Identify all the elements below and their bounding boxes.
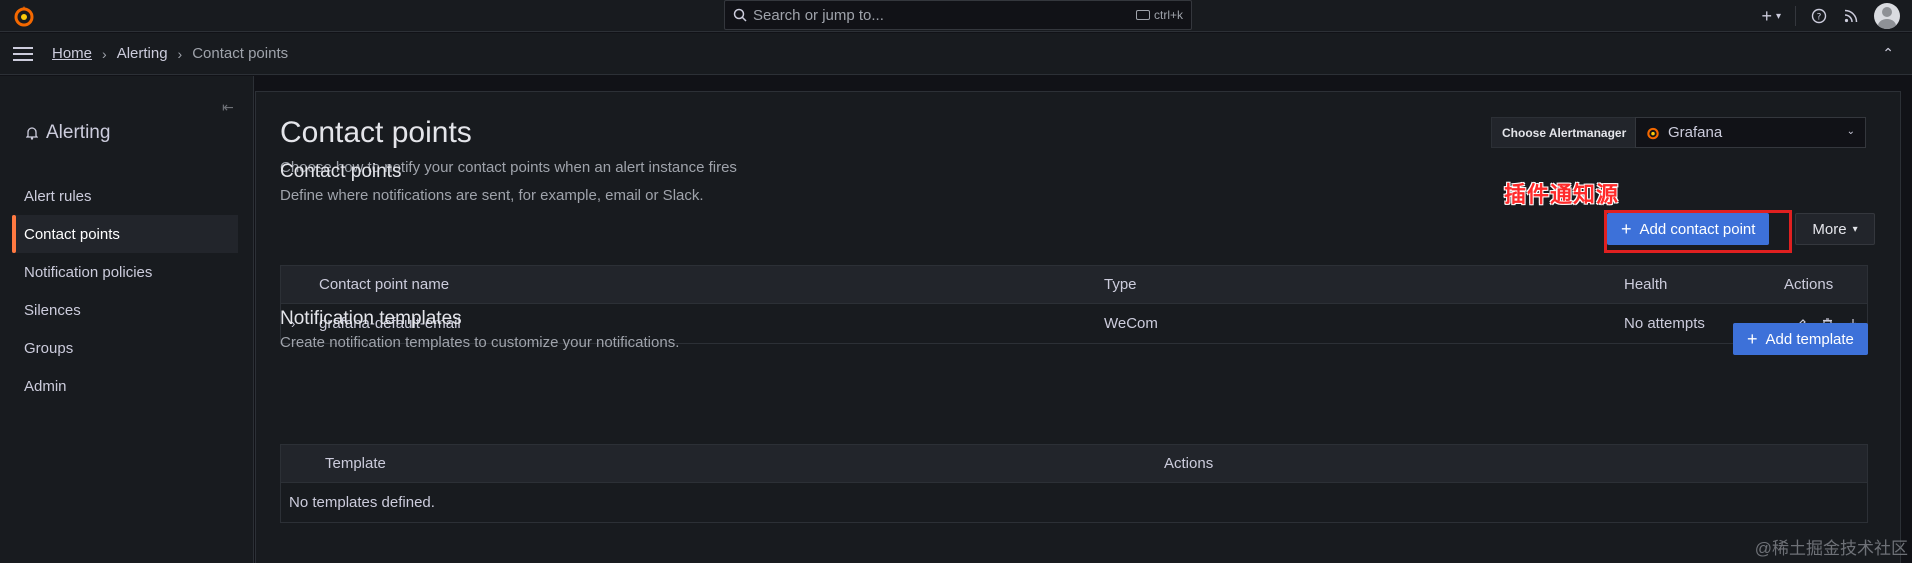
bell-icon bbox=[26, 127, 38, 140]
templates-subtitle: Create notification templates to customi… bbox=[280, 334, 680, 351]
grafana-logo-icon bbox=[1647, 127, 1659, 139]
templates-table: Template Actions No templates defined. bbox=[280, 444, 1868, 523]
add-template-button[interactable]: + Add template bbox=[1733, 323, 1868, 355]
column-header-actions: Actions bbox=[1164, 455, 1214, 472]
breadcrumb-home[interactable]: Home bbox=[52, 45, 92, 62]
search-icon bbox=[733, 8, 747, 22]
sidebar-item-silences[interactable]: Silences bbox=[12, 291, 238, 329]
rss-icon[interactable] bbox=[1842, 7, 1860, 25]
plus-icon: + bbox=[1761, 5, 1772, 26]
table-header: Template Actions bbox=[281, 445, 1867, 482]
top-bar: Search or jump to... ctrl+k + ▾ ? bbox=[0, 0, 1912, 32]
sidebar-item-label: Groups bbox=[24, 339, 74, 357]
search-shortcut: ctrl+k bbox=[1135, 8, 1183, 22]
sidebar-title-text: Alerting bbox=[46, 122, 111, 143]
empty-state-text: No templates defined. bbox=[289, 494, 435, 511]
page-title: Contact points bbox=[280, 116, 472, 149]
breadcrumb-separator-icon: › bbox=[102, 45, 107, 62]
table-row: No templates defined. bbox=[281, 482, 1867, 522]
breadcrumb: Home › Alerting › Contact points bbox=[52, 45, 288, 62]
divider bbox=[1795, 6, 1796, 26]
user-avatar[interactable] bbox=[1874, 3, 1900, 29]
sidebar-item-alert-rules[interactable]: Alert rules bbox=[12, 177, 238, 215]
templates-title: Notification templates bbox=[280, 308, 462, 329]
top-right-actions: + ▾ ? bbox=[1761, 0, 1900, 32]
table-header: Contact point name Type Health Actions bbox=[281, 266, 1867, 303]
sidebar-item-contact-points[interactable]: Contact points bbox=[12, 215, 238, 253]
column-header-type: Type bbox=[1104, 276, 1137, 293]
sidebar: ⇤ Alerting Alert rules Contact points No… bbox=[0, 76, 254, 563]
column-header-actions: Actions bbox=[1784, 276, 1834, 293]
alertmanager-value: Grafana bbox=[1668, 124, 1723, 141]
contact-point-health: No attempts bbox=[1624, 315, 1705, 332]
column-header-name: Contact point name bbox=[319, 276, 450, 293]
contact-point-type: WeCom bbox=[1104, 315, 1158, 332]
column-header-health: Health bbox=[1624, 276, 1668, 293]
watermark: @稀土掘金技术社区 bbox=[1754, 539, 1908, 558]
keyboard-icon bbox=[1135, 10, 1150, 20]
annotation-label: 插件通知源 bbox=[1504, 182, 1620, 207]
sidebar-item-groups[interactable]: Groups bbox=[12, 329, 238, 367]
chevron-up-icon[interactable]: ⌃ bbox=[1882, 45, 1894, 62]
more-button-label: More bbox=[1812, 220, 1847, 238]
chevron-down-icon: ⌄ bbox=[1846, 126, 1855, 137]
breadcrumb-bar: Home › Alerting › Contact points ⌃ bbox=[0, 33, 1912, 75]
sidebar-title: Alerting bbox=[26, 122, 110, 144]
alertmanager-label: Choose Alertmanager bbox=[1491, 117, 1638, 148]
main-content: Contact points Choose how to notify your… bbox=[255, 91, 1901, 563]
dock-menu-icon[interactable]: ⇤ bbox=[222, 99, 234, 116]
breadcrumb-current: Contact points bbox=[192, 45, 289, 62]
plus-icon: + bbox=[1747, 329, 1758, 349]
grafana-logo-icon[interactable] bbox=[12, 4, 36, 28]
sidebar-nav: Alert rules Contact points Notification … bbox=[12, 177, 238, 405]
sidebar-item-label: Contact points bbox=[24, 225, 120, 243]
sidebar-item-label: Alert rules bbox=[24, 187, 92, 205]
breadcrumb-alerting[interactable]: Alerting bbox=[117, 45, 168, 62]
chevron-down-icon: ▾ bbox=[1775, 10, 1781, 22]
search-placeholder: Search or jump to... bbox=[753, 7, 884, 24]
menu-icon[interactable] bbox=[13, 47, 33, 61]
alertmanager-select[interactable]: Grafana ⌄ bbox=[1635, 117, 1866, 148]
sidebar-item-admin[interactable]: Admin bbox=[12, 367, 238, 405]
contact-points-table: Contact point name Type Health Actions ›… bbox=[280, 265, 1868, 344]
search-bar[interactable]: Search or jump to... ctrl+k bbox=[724, 0, 1192, 30]
svg-text:?: ? bbox=[1817, 13, 1822, 23]
contact-points-title: Contact points bbox=[280, 161, 402, 182]
add-contact-point-label: Add contact point bbox=[1639, 220, 1756, 238]
sidebar-item-notification-policies[interactable]: Notification policies bbox=[12, 253, 238, 291]
sidebar-item-label: Admin bbox=[24, 377, 67, 395]
contact-points-subtitle: Define where notifications are sent, for… bbox=[280, 187, 704, 204]
search-shortcut-text: ctrl+k bbox=[1153, 8, 1183, 22]
sidebar-item-label: Notification policies bbox=[24, 263, 153, 281]
plus-icon: + bbox=[1621, 219, 1632, 239]
breadcrumb-separator-icon: › bbox=[177, 45, 183, 62]
add-contact-point-button[interactable]: + Add contact point bbox=[1607, 213, 1770, 245]
add-template-label: Add template bbox=[1765, 330, 1854, 348]
more-button[interactable]: More ▾ bbox=[1795, 213, 1875, 245]
new-menu-button[interactable]: + ▾ bbox=[1761, 6, 1781, 27]
help-icon[interactable]: ? bbox=[1810, 7, 1828, 25]
chevron-down-icon: ▾ bbox=[1852, 223, 1858, 235]
column-header-template: Template bbox=[325, 455, 386, 472]
sidebar-item-label: Silences bbox=[24, 301, 81, 319]
